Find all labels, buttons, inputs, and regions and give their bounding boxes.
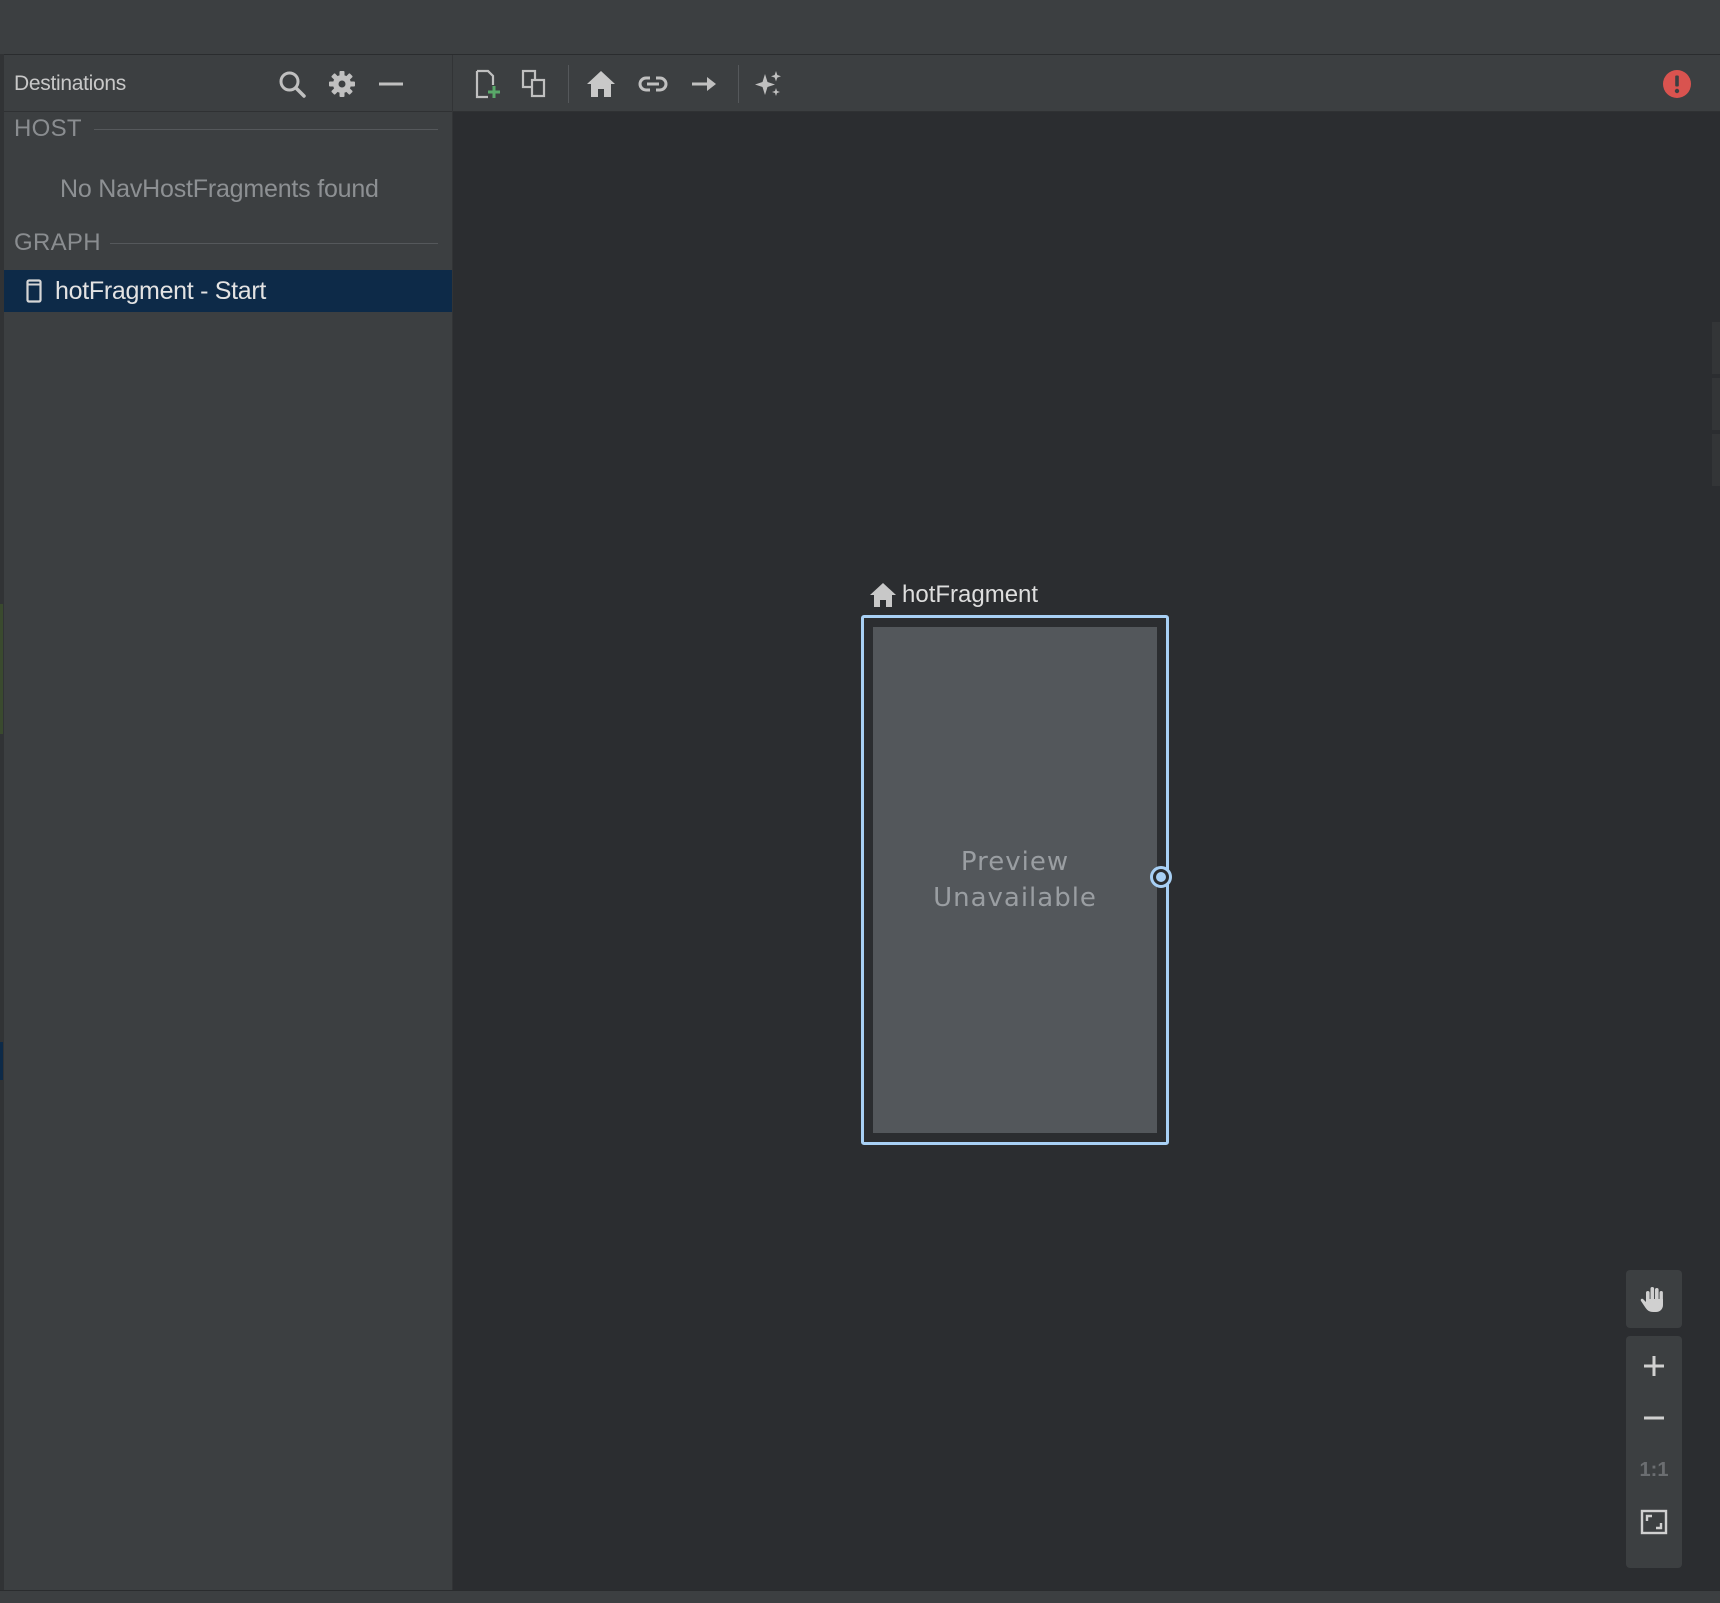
zoom-in-icon[interactable] <box>1626 1340 1682 1392</box>
graph-canvas[interactable]: hotFragment Preview Unavailable 1:1 <box>453 112 1720 1590</box>
title-bar <box>0 0 1720 55</box>
assign-start-destination-icon[interactable] <box>585 68 617 100</box>
fragment-name: hotFragment <box>902 581 1039 608</box>
auto-arrange-icon[interactable] <box>752 68 784 100</box>
actual-size-button[interactable]: 1:1 <box>1626 1444 1682 1496</box>
tool-strip-marker <box>0 1042 3 1080</box>
add-action-icon[interactable] <box>688 68 720 100</box>
device-icon <box>26 279 42 303</box>
panel-title: Destinations <box>14 72 126 95</box>
canvas-scrollbar[interactable] <box>1712 322 1720 492</box>
actual-size-label: 1:1 <box>1639 1458 1669 1481</box>
search-icon[interactable] <box>277 69 307 99</box>
pan-toggle-box <box>1626 1270 1682 1328</box>
destination-item-label: hotFragment - Start <box>55 277 267 305</box>
graph-editor-toolbar <box>453 55 1720 112</box>
pan-icon[interactable] <box>1626 1273 1682 1325</box>
error-icon[interactable] <box>1662 69 1692 99</box>
divider <box>110 243 438 244</box>
action-handle[interactable] <box>1150 866 1172 888</box>
destinations-panel: Destinations HOST No NavHostFragments fo… <box>4 55 453 1590</box>
host-section-title: HOST <box>14 115 82 142</box>
divider <box>94 129 438 130</box>
zoom-out-icon[interactable] <box>1626 1392 1682 1444</box>
preview-unavailable-text: Preview Unavailable <box>933 847 1097 913</box>
destination-item-hotfragment[interactable]: hotFragment - Start <box>4 270 452 312</box>
tool-strip-marker <box>0 604 3 734</box>
fragment-preview: Preview Unavailable <box>873 627 1157 1133</box>
zoom-to-fit-icon[interactable] <box>1626 1496 1682 1548</box>
status-bar <box>0 1590 1720 1603</box>
deep-link-icon[interactable] <box>637 68 669 100</box>
graph-section-title: GRAPH <box>14 229 101 256</box>
fragment-destination-card[interactable]: Preview Unavailable <box>861 615 1169 1145</box>
host-empty-message: No NavHostFragments found <box>60 175 379 203</box>
gear-icon[interactable] <box>327 69 357 99</box>
new-destination-icon[interactable] <box>470 68 502 100</box>
zoom-controls-box: 1:1 <box>1626 1336 1682 1568</box>
destinations-panel-header: Destinations <box>4 55 452 112</box>
minimize-icon[interactable] <box>376 69 406 99</box>
start-destination-icon <box>870 583 896 607</box>
toolbar-separator <box>568 65 569 103</box>
nested-graph-icon[interactable] <box>519 68 551 100</box>
toolbar-separator <box>738 65 739 103</box>
